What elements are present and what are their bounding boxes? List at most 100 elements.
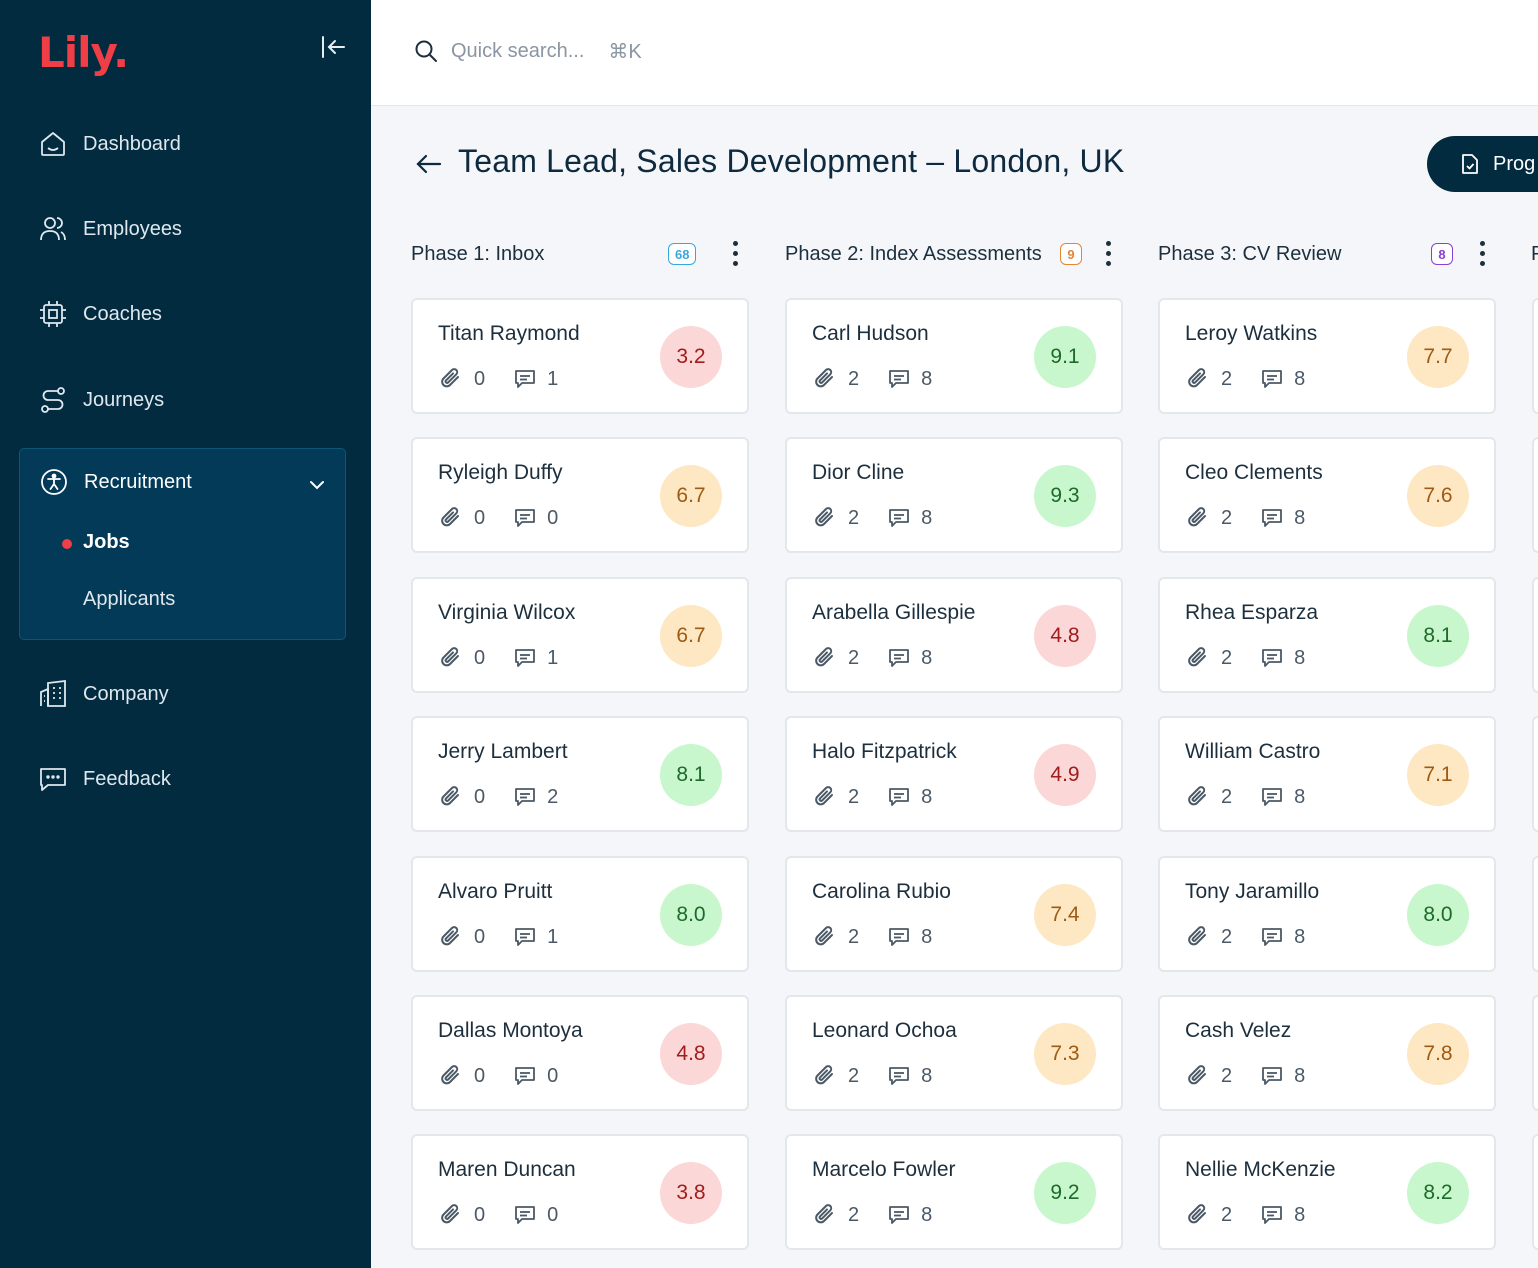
candidate-meta: 28 <box>1185 1202 1333 1228</box>
recruitment-section: Recruitment Jobs Applicants <box>19 448 346 640</box>
sidebar-item-coaches[interactable]: Coaches <box>38 294 162 334</box>
paperclip-icon <box>441 1204 459 1224</box>
quick-search[interactable]: Quick search... ⌘K <box>413 38 642 64</box>
candidate-card[interactable]: Cleo Clements 2 8 7.6 <box>1158 437 1496 553</box>
sidebar-subitem-applicants[interactable]: Applicants <box>83 588 175 611</box>
candidate-name: Dior Cline <box>812 461 905 484</box>
comments-value: 8 <box>921 646 933 669</box>
candidate-card[interactable]: Dallas Montoya 0 0 4.8 <box>411 995 749 1111</box>
sidebar-item-label: Feedback <box>83 767 171 790</box>
chevron-down-icon[interactable] <box>309 477 325 493</box>
phase-title: Phase 2: Index Assessments <box>785 242 1042 265</box>
candidate-card[interactable]: Arabella Gillespie 2 8 4.8 <box>785 577 1123 693</box>
sidebar-subitem-jobs[interactable]: Jobs <box>83 531 130 554</box>
back-button[interactable] <box>415 150 443 183</box>
candidate-card[interactable]: Virginia Wilcox 0 1 6.7 <box>411 577 749 693</box>
candidate-meta: 28 <box>1185 645 1333 671</box>
sidebar-item-employees[interactable]: Employees <box>38 209 182 249</box>
attachments-value: 0 <box>474 1064 486 1087</box>
sidebar-item-label: Recruitment <box>84 470 192 493</box>
attachments-value: 2 <box>1221 925 1233 948</box>
phase-title: Phase 1: Inbox <box>411 242 545 265</box>
comments-value: 8 <box>921 1203 933 1226</box>
candidate-card[interactable]: Nellie McKenzie 2 8 8.2 <box>1158 1134 1496 1250</box>
comments-value: 8 <box>921 1064 933 1087</box>
candidate-meta: 28 <box>812 505 960 531</box>
phase-menu-icon[interactable] <box>733 241 739 267</box>
candidate-card[interactable]: Marcelo Fowler 2 8 9.2 <box>785 1134 1123 1250</box>
candidate-card[interactable]: William Castro 2 8 7.1 <box>1158 716 1496 832</box>
candidate-card[interactable]: Jerry Lambert 0 2 8.1 <box>411 716 749 832</box>
sidebar-item-feedback[interactable]: Feedback <box>38 759 171 799</box>
attachments-value: 2 <box>848 785 860 808</box>
collapse-left-icon <box>322 36 345 58</box>
candidate-card[interactable]: Ryleigh Duffy 0 0 6.7 <box>411 437 749 553</box>
phase-menu-icon[interactable] <box>1106 241 1112 267</box>
attachments-value: 0 <box>474 646 486 669</box>
collapse-sidebar-button[interactable] <box>316 30 350 64</box>
comments-value: 8 <box>1294 785 1306 808</box>
comments-count: 0 <box>513 1203 558 1227</box>
score-badge: 8.0 <box>1407 884 1469 946</box>
paperclip-icon <box>441 368 459 388</box>
candidate-card[interactable]: Halo Fitzpatrick 2 8 4.9 <box>785 716 1123 832</box>
candidate-meta: 01 <box>438 366 586 392</box>
candidate-card[interactable]: Rhea Esparza 2 8 8.1 <box>1158 577 1496 693</box>
candidate-meta: 28 <box>812 366 960 392</box>
route-icon <box>41 387 65 413</box>
candidate-card[interactable]: Dior Cline 2 8 9.3 <box>785 437 1123 553</box>
search-icon <box>415 40 437 62</box>
comment-icon <box>889 788 910 806</box>
candidate-card[interactable]: Titan Raymond 0 1 3.2 <box>411 298 749 414</box>
candidate-meta: 00 <box>438 505 586 531</box>
comments-count: 1 <box>513 925 558 949</box>
comments-count: 0 <box>513 1064 558 1088</box>
candidate-card[interactable]: Alvaro Pruitt 0 1 8.0 <box>411 856 749 972</box>
comments-count: 0 <box>513 506 558 530</box>
score-badge: 7.8 <box>1407 1023 1469 1085</box>
candidate-card-partial[interactable] <box>1532 995 1538 1111</box>
comments-value: 8 <box>1294 925 1306 948</box>
candidate-name: Carl Hudson <box>812 322 929 345</box>
sidebar-item-company[interactable]: Company <box>38 674 169 714</box>
paperclip-icon <box>815 647 833 667</box>
score-badge: 9.1 <box>1034 326 1096 388</box>
candidate-meta: 00 <box>438 1063 586 1089</box>
phase-count-badge: 68 <box>668 243 697 265</box>
candidate-card[interactable]: Maren Duncan 0 0 3.8 <box>411 1134 749 1250</box>
document-check-icon <box>1462 154 1478 174</box>
candidate-card[interactable]: Carolina Rubio 2 8 7.4 <box>785 856 1123 972</box>
phase-menu-icon[interactable] <box>1480 241 1486 267</box>
attachments-count: 2 <box>1185 645 1232 671</box>
candidate-card-partial[interactable] <box>1532 298 1538 414</box>
comments-count: 8 <box>1260 367 1305 391</box>
attachments-value: 2 <box>1221 1203 1233 1226</box>
candidate-card[interactable]: Cash Velez 2 8 7.8 <box>1158 995 1496 1111</box>
comments-count: 2 <box>513 785 558 809</box>
candidate-card-partial[interactable] <box>1532 437 1538 553</box>
candidate-name: Tony Jaramillo <box>1185 880 1320 903</box>
candidate-card[interactable]: Tony Jaramillo 2 8 8.0 <box>1158 856 1496 972</box>
lily-logo[interactable]: Lily. <box>38 28 129 77</box>
candidate-card[interactable]: Carl Hudson 2 8 9.1 <box>785 298 1123 414</box>
comment-icon <box>1262 1067 1283 1085</box>
paperclip-icon <box>815 1204 833 1224</box>
comments-count: 1 <box>513 367 558 391</box>
progress-button[interactable]: Prog <box>1427 136 1538 192</box>
candidate-card-partial[interactable] <box>1532 856 1538 972</box>
candidate-meta: 28 <box>812 1063 960 1089</box>
candidate-card[interactable]: Leroy Watkins 2 8 7.7 <box>1158 298 1496 414</box>
candidate-name: Cash Velez <box>1185 1019 1292 1042</box>
attachments-count: 2 <box>1185 1063 1232 1089</box>
candidate-card-partial[interactable] <box>1532 1134 1538 1250</box>
sidebar-item-recruitment[interactable]: Recruitment <box>39 467 192 497</box>
candidate-card[interactable]: Leonard Ochoa 2 8 7.3 <box>785 995 1123 1111</box>
sidebar-item-dashboard[interactable]: Dashboard <box>38 124 181 164</box>
comment-icon <box>515 1206 536 1224</box>
comments-value: 1 <box>547 367 559 390</box>
candidate-card-partial[interactable] <box>1532 577 1538 693</box>
sidebar-item-journeys[interactable]: Journeys <box>38 380 164 420</box>
comment-icon <box>889 1067 910 1085</box>
candidate-card-partial[interactable] <box>1532 716 1538 832</box>
score-badge: 3.8 <box>660 1162 722 1224</box>
